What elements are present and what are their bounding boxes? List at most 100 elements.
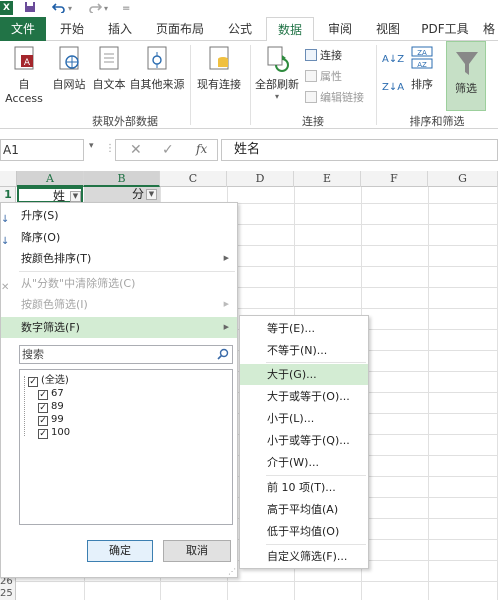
tab-data[interactable]: 数据 — [266, 17, 314, 42]
column-header-c[interactable]: C — [160, 171, 227, 187]
filter-label: 筛选 — [455, 82, 477, 95]
menu-item-sort-descending[interactable]: ↓ 降序(O) — [1, 227, 237, 248]
select-all-corner[interactable] — [0, 171, 17, 187]
submenu-item-not-equals[interactable]: 不等于(N)... — [240, 340, 368, 361]
connections-button[interactable]: 连接 — [305, 47, 342, 65]
menu-item-label: 从"分数"中清除筛选(C) — [21, 277, 136, 290]
excel-logo-icon: X — [0, 1, 13, 15]
redo-icon[interactable] — [88, 1, 103, 16]
sort-icon: ZA AZ — [411, 46, 433, 69]
resize-grip-icon[interactable]: ⋰ — [228, 567, 236, 576]
cancel-button[interactable]: 取消 — [163, 540, 231, 562]
ok-button[interactable]: 确定 — [87, 540, 153, 562]
edit-links-button[interactable]: 编辑链接 — [305, 89, 364, 107]
filter-value-item[interactable]: ✓ 99 — [38, 413, 64, 426]
menu-item-sort-by-color[interactable]: 按颜色排序(T) ▶ — [1, 248, 237, 269]
submenu-item-custom-filter[interactable]: 自定义筛选(F)... — [240, 546, 368, 567]
submenu-item-equals[interactable]: 等于(E)... — [240, 318, 368, 339]
checkbox[interactable]: ✓ — [38, 390, 48, 400]
menu-item-filter-by-color[interactable]: 按颜色筛选(I) ▶ — [1, 294, 237, 315]
submenu-item-less-than[interactable]: 小于(L)... — [240, 408, 368, 429]
tab-file[interactable]: 文件 — [0, 17, 46, 41]
filter-value-item[interactable]: ✓ 89 — [38, 400, 64, 413]
column-header-d[interactable]: D — [227, 171, 294, 187]
column-header-b[interactable]: B — [84, 171, 160, 187]
sort-za-button[interactable]: Z↓A — [382, 79, 404, 97]
tab-home[interactable]: 开始 — [50, 17, 94, 41]
filter-search-input[interactable]: 搜索 — [19, 345, 233, 364]
tab-review[interactable]: 审阅 — [318, 17, 362, 41]
filter-dropdown-a-icon[interactable]: ▼ — [70, 191, 81, 202]
from-access-label: 自 Access — [5, 78, 43, 105]
tab-view[interactable]: 视图 — [366, 17, 410, 41]
tab-pdf-tools[interactable]: PDF工具 — [416, 17, 474, 41]
from-text-button[interactable]: 自文本 — [90, 43, 128, 92]
filter-button[interactable]: 筛选 — [446, 41, 486, 111]
confirm-entry-icon[interactable]: ✓ — [162, 142, 174, 158]
menu-separator — [266, 362, 366, 363]
tab-formulas[interactable]: 公式 — [218, 17, 262, 41]
checkbox[interactable]: ✓ — [38, 429, 48, 439]
column-header-a[interactable]: A — [17, 171, 84, 187]
formula-input[interactable]: 姓名 — [221, 139, 498, 161]
from-web-button[interactable]: 自网站 — [50, 43, 88, 92]
column-header-e[interactable]: E — [294, 171, 361, 187]
submenu-item-above-average[interactable]: 高于平均值(A) — [240, 499, 368, 520]
filter-value-select-all[interactable]: ✓ (全选) — [28, 374, 69, 387]
refresh-icon — [267, 46, 289, 72]
checkbox[interactable]: ✓ — [38, 403, 48, 413]
insert-function-icon[interactable]: fx — [196, 142, 207, 156]
from-access-button[interactable]: A 自 Access — [0, 43, 48, 105]
properties-button[interactable]: 属性 — [305, 68, 342, 86]
column-header-f[interactable]: F — [361, 171, 428, 187]
formula-bar-grip-icon: ⋮ — [105, 143, 115, 154]
group-label-connections: 连接 — [302, 115, 324, 128]
tab-format[interactable]: 格 — [480, 17, 498, 41]
existing-connections-label: 现有连接 — [197, 78, 241, 91]
sort-button[interactable]: ZA AZ 排序 — [406, 43, 438, 92]
submenu-item-top-10[interactable]: 前 10 项(T)... — [240, 477, 368, 498]
submenu-item-less-or-equal[interactable]: 小于或等于(Q)... — [240, 430, 368, 451]
filter-value-item[interactable]: ✓ 100 — [38, 426, 70, 439]
checkbox[interactable]: ✓ — [28, 377, 38, 387]
submenu-item-greater-than[interactable]: 大于(G)... — [240, 364, 368, 385]
from-other-sources-button[interactable]: 自其他来源 — [128, 43, 186, 92]
name-box-dropdown-icon[interactable]: ▾ — [89, 141, 94, 151]
redo-dropdown-icon[interactable]: ▾ — [104, 1, 108, 16]
filter-value-item[interactable]: ✓ 67 — [38, 387, 64, 400]
filter-dropdown-b-icon[interactable]: ▼ — [146, 189, 157, 200]
from-other-sources-label: 自其他来源 — [129, 78, 185, 91]
customize-quick-access-icon[interactable]: = — [122, 1, 130, 16]
name-box[interactable]: A1 — [0, 139, 84, 161]
cancel-entry-icon[interactable]: ✕ — [130, 142, 142, 158]
menu-item-clear-filter[interactable]: ✕ 从"分数"中清除筛选(C) — [1, 273, 237, 294]
sort-az-button[interactable]: A↓Z — [382, 51, 404, 69]
refresh-all-button[interactable]: 全部刷新 ▾ — [254, 43, 300, 101]
submenu-item-greater-or-equal[interactable]: 大于或等于(O)... — [240, 386, 368, 407]
cell-a1[interactable]: 姓 ▼ — [17, 187, 83, 203]
tab-page-layout[interactable]: 页面布局 — [148, 17, 212, 41]
sort-label: 排序 — [411, 78, 433, 91]
submenu-item-below-average[interactable]: 低于平均值(O) — [240, 521, 368, 542]
checkbox[interactable]: ✓ — [38, 416, 48, 426]
cell-b1[interactable]: 分 ▼ — [84, 187, 160, 203]
menu-item-number-filters[interactable]: 数字筛选(F) ▶ — [1, 317, 237, 338]
filter-value-label: 89 — [51, 401, 64, 412]
group-label-get-external-data: 获取外部数据 — [92, 115, 158, 128]
menu-item-sort-ascending[interactable]: ↓ 升序(S) — [1, 205, 237, 226]
web-icon — [59, 46, 79, 70]
save-icon[interactable] — [24, 1, 36, 16]
svg-text:ZA: ZA — [417, 49, 427, 57]
existing-connections-button[interactable]: 现有连接 — [194, 43, 244, 92]
submenu-item-between[interactable]: 介于(W)... — [240, 452, 368, 473]
row-header-1[interactable]: 1 — [0, 188, 16, 202]
undo-icon[interactable] — [51, 1, 66, 16]
properties-icon — [305, 70, 317, 82]
undo-dropdown-icon[interactable]: ▾ — [68, 1, 72, 16]
filter-funnel-icon — [456, 52, 478, 75]
gridline — [16, 581, 498, 582]
tab-insert[interactable]: 插入 — [98, 17, 142, 41]
menu-separator — [266, 544, 366, 545]
column-header-g[interactable]: G — [428, 171, 498, 187]
ribbon-data: A 自 Access 自网站 自文本 自其他来源 现有连接 获取外部数据 全部刷… — [0, 41, 498, 129]
